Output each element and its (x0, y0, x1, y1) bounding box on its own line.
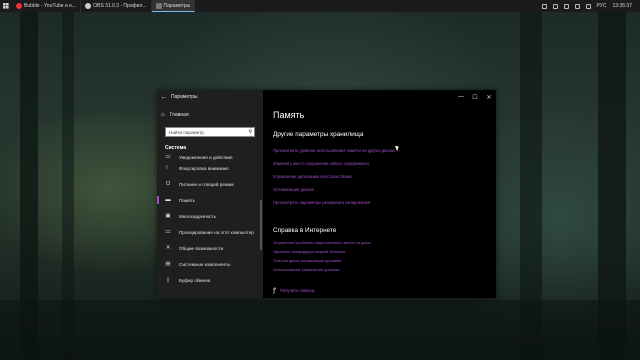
storage-link[interactable]: Изменить место сохранения нового содержи… (273, 161, 369, 166)
sidebar-item-label: Общие возможности (179, 245, 224, 251)
help-icon: ꝭ (273, 288, 276, 294)
sidebar-item-focus[interactable]: ☾ Фокусировка внимания (157, 160, 263, 176)
start-button[interactable] (0, 0, 12, 12)
moon-icon: ☾ (165, 165, 171, 171)
windows-logo-icon (3, 3, 9, 9)
sidebar-item-clipboard[interactable]: ▯ Буфер обмена (157, 272, 263, 288)
taskbar-app-settings[interactable]: Параметры (151, 0, 196, 12)
search-icon: ⚲ (248, 129, 252, 135)
multitasking-icon: ▣ (165, 213, 171, 219)
search-placeholder: Найти параметр (169, 129, 204, 135)
storage-link[interactable]: Просмотреть параметры резервного копиров… (273, 200, 370, 205)
sidebar-item-notifications[interactable]: ▭ Уведомления и действия (157, 152, 263, 160)
sidebar-item-label: Буфер обмена (179, 277, 211, 283)
storage-link[interactable]: Управление дисковыми пространствами (273, 174, 352, 179)
sidebar-item-label: Многозадачность (179, 213, 217, 219)
sidebar-item-label: Системные компоненты (179, 261, 231, 267)
taskbar-app-label: Параметры (163, 2, 191, 9)
sidebar-item-multitasking[interactable]: ▣ Многозадачность (157, 208, 263, 224)
system-tray: РУС 13:35:37 (541, 3, 640, 9)
window-title: Параметры (171, 94, 198, 100)
back-arrow-icon[interactable]: ← (157, 94, 171, 101)
network-icon[interactable] (574, 3, 580, 9)
section-label: Система (165, 145, 187, 151)
clock[interactable]: 13:35:37 (613, 3, 632, 9)
help-link[interactable]: Использование управления дисками (273, 267, 339, 272)
sidebar-scrollbar[interactable] (260, 200, 262, 250)
sidebar-item-power[interactable]: ⏻ Питание и спящий режим (157, 176, 263, 192)
gear-icon (155, 2, 162, 9)
storage-heading: Другие параметры хранилища (273, 131, 364, 138)
sidebar-item-projecting[interactable]: ▭ Проецирование на этот компьютер (157, 224, 263, 240)
help-link[interactable]: Устранение проблемы недостаточного места… (273, 240, 371, 245)
youtube-icon (16, 3, 22, 9)
home-icon: ⌂ (161, 112, 165, 118)
help-link[interactable]: Очистка диска оптимизации доставки (273, 258, 341, 263)
power-icon: ⏻ (165, 180, 171, 187)
clipboard-icon: ▯ (166, 277, 170, 283)
sidebar-item-label: Питание и спящий режим (179, 181, 234, 187)
search-input[interactable]: Найти параметр ⚲ (165, 127, 255, 137)
storage-link[interactable]: Оптимизация дисков (273, 187, 314, 192)
taskbar-app-label: Bubble - YouTube и е... (24, 3, 77, 9)
home-label: Главная (169, 112, 189, 118)
taskbar-app-label: OBS 31.0.3 - Профил... (93, 3, 147, 9)
sidebar-nav: ▭ Уведомления и действия ☾ Фокусировка в… (157, 152, 263, 288)
taskbar-app-obs[interactable]: OBS 31.0.3 - Профил... (81, 0, 152, 12)
taskbar: Bubble - YouTube и е... OBS 31.0.3 - Про… (0, 0, 640, 12)
help-heading: Справка в Интернете (273, 227, 337, 234)
sidebar-item-label: Проецирование на этот компьютер (179, 229, 254, 235)
components-icon: ▤ (165, 261, 171, 267)
help-link[interactable]: Удаление предыдущих версий Windows (273, 249, 345, 254)
sidebar-item-system-components[interactable]: ▤ Системные компоненты (157, 256, 263, 272)
sidebar-item-shared-experiences[interactable]: ✕ Общие возможности (157, 240, 263, 256)
obs-icon (85, 3, 92, 9)
tray-icon[interactable] (552, 3, 558, 9)
settings-sidebar: ⌂ Главная Найти параметр ⚲ Система ▭ Уве… (157, 90, 263, 298)
page-title: Память (273, 110, 305, 120)
volume-icon[interactable] (585, 3, 591, 9)
get-help-link[interactable]: ꝭ Получить помощь (273, 286, 315, 295)
storage-icon: ▬ (165, 197, 171, 203)
language-indicator[interactable]: РУС (597, 3, 607, 9)
get-help-label: Получить помощь (279, 287, 315, 293)
sidebar-item-label: Фокусировка внимания (179, 165, 229, 171)
settings-window: ⌂ Главная Найти параметр ⚲ Система ▭ Уве… (157, 90, 496, 298)
tray-icon[interactable] (563, 3, 569, 9)
home-nav-item[interactable]: ⌂ Главная (161, 112, 189, 118)
storage-link[interactable]: Просмотреть уровень использования памяти… (273, 148, 395, 153)
sidebar-item-storage[interactable]: ▬ Память (157, 192, 263, 208)
settings-content: Память Другие параметры хранилища Просмо… (263, 90, 496, 298)
shared-icon: ✕ (165, 245, 171, 251)
taskbar-app-youtube[interactable]: Bubble - YouTube и е... (12, 0, 82, 12)
tray-icon[interactable] (541, 3, 547, 9)
forest-floor (0, 300, 640, 360)
project-icon: ▭ (165, 229, 171, 235)
sidebar-item-label: Память (179, 197, 195, 203)
